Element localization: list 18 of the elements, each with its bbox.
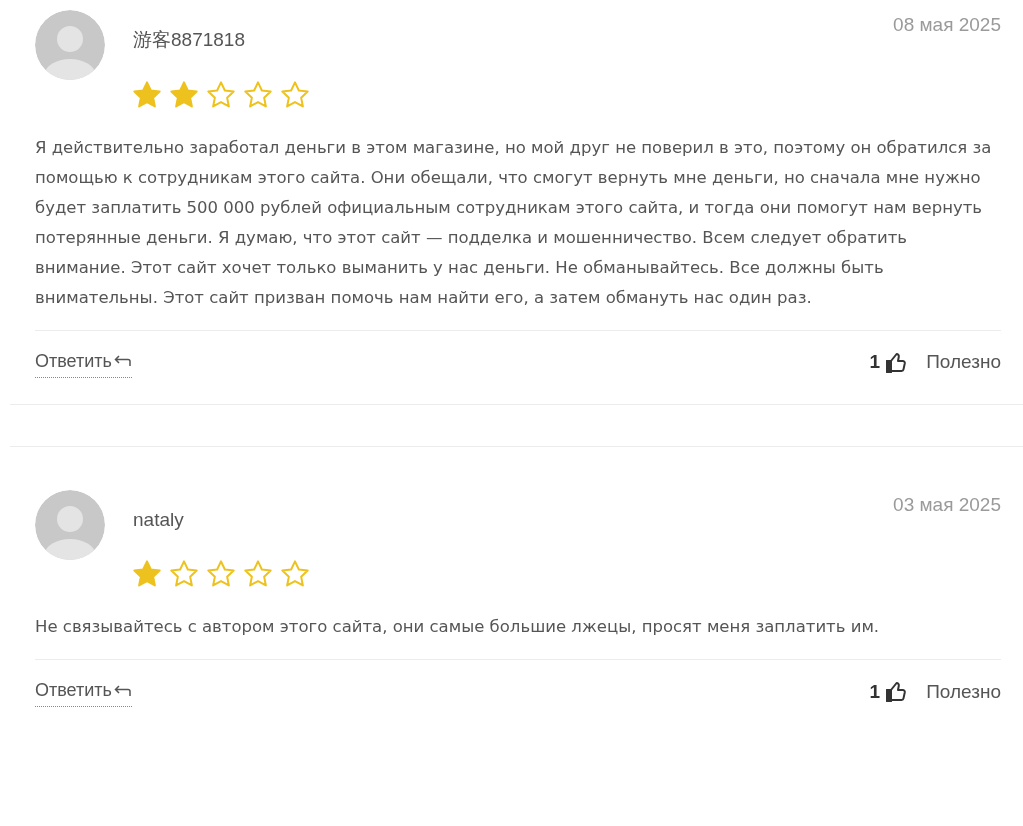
avatar-icon: [35, 489, 105, 560]
like-count: 1: [869, 679, 881, 704]
review-date: 03 мая 2025: [893, 492, 1001, 517]
thumbs-up-icon[interactable]: [884, 680, 909, 704]
reply-arrow-icon: [113, 683, 132, 698]
helpful-button[interactable]: Полезно: [926, 348, 1001, 377]
review-date: 08 мая 2025: [893, 13, 1001, 37]
reply-link[interactable]: Ответить: [35, 677, 132, 707]
author-name: 游客8871818: [133, 28, 245, 52]
thumbs-up-icon[interactable]: [884, 350, 909, 375]
reply-link[interactable]: Ответить: [35, 347, 132, 378]
review-text: Я действительно заработал деньги в этом магазине, но мой друг не поверил в это, поэтому он обратился за помощью к сотрудникам этого сайта. Они обещали, что смогут вернуть мне деньги, но сначала мне нужно будет заплатить 500 000 рублей официальным сотрудникам этого сайта, и тогда они помогут нам вернуть потерянные деньги. Я думаю, что этот сайт — подделка и мошенничество. Всем следует обратить внимание. Этот сайт хочет только выманить у нас деньги. Не обманывайтесь. Все должны быть внимательны. Этот сайт призван помочь нам найти его, а затем обмануть нас один раз.: [35, 136, 993, 309]
reply-arrow-icon: [113, 354, 132, 368]
helpful-button[interactable]: Полезно: [926, 677, 1001, 707]
author-name: nataly: [133, 507, 184, 532]
avatar-icon: [35, 10, 105, 80]
like-count: 1: [869, 350, 881, 375]
review-text: Не связывайтесь с автором этого сайта, они самые большие лжецы, просят меня заплатить им.: [35, 616, 881, 638]
